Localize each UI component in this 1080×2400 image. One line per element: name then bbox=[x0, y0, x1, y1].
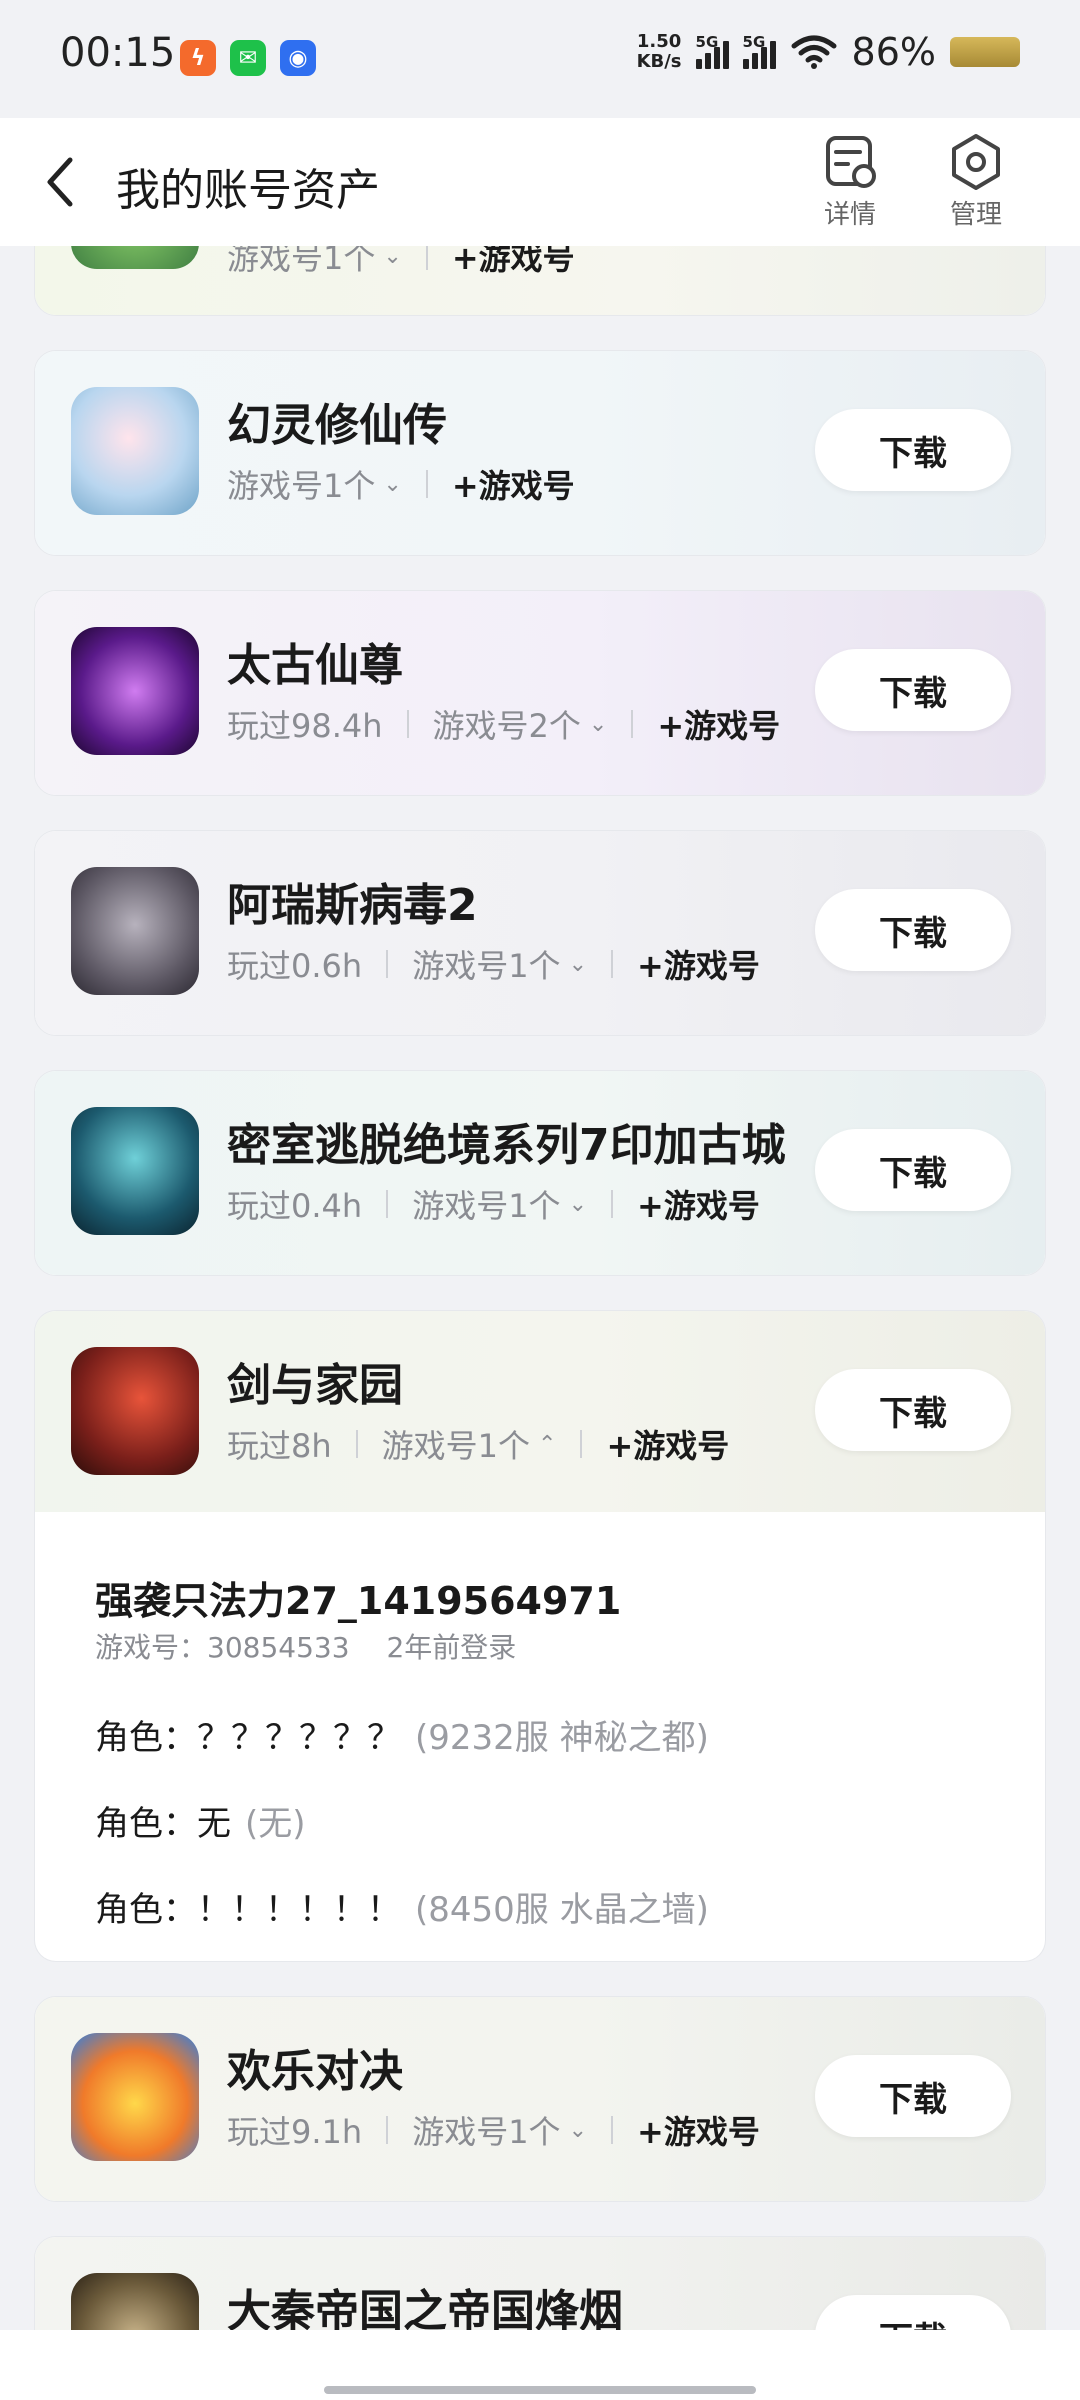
add-account-button[interactable]: +游戏号 bbox=[637, 2107, 760, 2153]
add-account-button[interactable]: +游戏号 bbox=[452, 461, 575, 507]
account-id: 游戏号：30854533 bbox=[95, 1631, 350, 1664]
signal-icon-1: 5G bbox=[695, 33, 729, 69]
notification-icons: ϟ ✉ ◉ bbox=[180, 40, 316, 76]
manage-label: 管理 bbox=[949, 200, 1002, 230]
status-time: 00:15 bbox=[60, 30, 176, 76]
chevron-down-icon[interactable]: ⌄ bbox=[569, 1192, 587, 1217]
status-bar: 00:15 ϟ ✉ ◉ 1.50 KB/s 5G 5G 86% bbox=[0, 0, 1080, 118]
game-card-mishi[interactable]: 密室逃脱绝境系列7印加古城 玩过0.4h 游戏号1个 ⌄ +游戏号 下载 bbox=[34, 1070, 1046, 1276]
game-icon bbox=[71, 867, 199, 995]
details-label: 详情 bbox=[823, 200, 876, 230]
chevron-down-icon[interactable]: ⌄ bbox=[383, 472, 401, 497]
role-row: 角色：无 (无) bbox=[95, 1804, 306, 1844]
last-login: 2年前登录 bbox=[386, 1631, 517, 1664]
account-detail-panel: 强袭只法力27_1419564971 游戏号：30854533 2年前登录 角色… bbox=[34, 1512, 1046, 1962]
game-card-huanling[interactable]: 幻灵修仙传 游戏号1个 ⌄ +游戏号 下载 bbox=[34, 350, 1046, 556]
battery-percent: 86% bbox=[851, 30, 936, 74]
chevron-down-icon[interactable]: ⌄ bbox=[569, 2118, 587, 2143]
home-indicator[interactable] bbox=[324, 2386, 756, 2394]
signal-icon-2: 5G bbox=[742, 33, 776, 69]
download-button[interactable]: 下载 bbox=[815, 1369, 1011, 1451]
game-icon bbox=[71, 1347, 199, 1475]
game-meta: 玩过98.4h 游戏号2个 ⌄ +游戏号 bbox=[227, 701, 780, 747]
page-header: 我的账号资产 详情 管理 bbox=[0, 118, 1080, 246]
game-card-taigu[interactable]: 太古仙尊 玩过98.4h 游戏号2个 ⌄ +游戏号 下载 bbox=[34, 590, 1046, 796]
game-card-huanle[interactable]: 欢乐对决 玩过9.1h 游戏号1个 ⌄ +游戏号 下载 bbox=[34, 1996, 1046, 2202]
game-card-ares[interactable]: 阿瑞斯病毒2 玩过0.6h 游戏号1个 ⌄ +游戏号 下载 bbox=[34, 830, 1046, 1036]
game-icon bbox=[71, 2033, 199, 2161]
game-icon bbox=[71, 1107, 199, 1235]
account-name: 强袭只法力27_1419564971 bbox=[95, 1579, 622, 1623]
game-meta: 玩过8h 游戏号1个 ⌃ +游戏号 bbox=[227, 1421, 729, 1467]
chevron-left-icon[interactable] bbox=[36, 150, 86, 214]
details-icon bbox=[826, 136, 876, 188]
game-meta: 玩过0.4h 游戏号1个 ⌄ +游戏号 bbox=[227, 1181, 760, 1227]
game-name: 密室逃脱绝境系列7印加古城 bbox=[227, 1120, 786, 1171]
game-icon bbox=[71, 627, 199, 755]
account-sub: 游戏号：30854533 2年前登录 bbox=[95, 1626, 516, 1666]
wifi-icon bbox=[791, 35, 837, 69]
chevron-down-icon[interactable]: ⌄ bbox=[589, 712, 607, 737]
add-account-button[interactable]: +游戏号 bbox=[637, 1181, 760, 1227]
game-name: 阿瑞斯病毒2 bbox=[227, 880, 478, 931]
download-button[interactable]: 下载 bbox=[815, 1129, 1011, 1211]
app-notification-icon-orange: ϟ bbox=[180, 40, 216, 76]
game-name: 太古仙尊 bbox=[227, 640, 403, 691]
chevron-down-icon[interactable]: ⌄ bbox=[569, 952, 587, 977]
game-meta: 玩过9.1h 游戏号1个 ⌄ +游戏号 bbox=[227, 2107, 760, 2153]
game-name: 欢乐对决 bbox=[227, 2046, 403, 2097]
chevron-down-icon[interactable]: ⌄ bbox=[383, 244, 401, 269]
status-right: 1.50 KB/s 5G 5G 86% bbox=[637, 30, 1020, 74]
add-account-button[interactable]: +游戏号 bbox=[606, 1421, 729, 1467]
download-button[interactable]: 下载 bbox=[815, 409, 1011, 491]
game-meta: 游戏号1个 ⌄ +游戏号 bbox=[227, 461, 575, 507]
manage-button[interactable]: 管理 bbox=[928, 132, 1024, 231]
game-name: 幻灵修仙传 bbox=[227, 400, 447, 451]
download-button[interactable]: 下载 bbox=[815, 649, 1011, 731]
add-account-button[interactable]: +游戏号 bbox=[637, 941, 760, 987]
add-account-button[interactable]: +游戏号 bbox=[657, 701, 780, 747]
net-speed: 1.50 KB/s bbox=[636, 31, 682, 72]
download-button[interactable]: 下载 bbox=[815, 889, 1011, 971]
game-icon bbox=[71, 387, 199, 515]
hexagon-settings-icon bbox=[952, 134, 1000, 190]
wechat-icon: ✉ bbox=[230, 40, 266, 76]
page-title: 我的账号资产 bbox=[116, 165, 380, 216]
details-button[interactable]: 详情 bbox=[802, 132, 898, 231]
role-row: 角色：？？？？？？ (9232服 神秘之都) bbox=[95, 1718, 709, 1758]
download-button[interactable]: 下载 bbox=[815, 2055, 1011, 2137]
game-name: 剑与家园 bbox=[227, 1360, 403, 1411]
game-meta: 玩过0.6h 游戏号1个 ⌄ +游戏号 bbox=[227, 941, 760, 987]
baidu-icon: ◉ bbox=[280, 40, 316, 76]
chevron-up-icon[interactable]: ⌃ bbox=[538, 1432, 556, 1457]
role-row: 角色：！！！！！！ (8450服 水晶之墙) bbox=[95, 1890, 709, 1930]
battery-icon bbox=[950, 37, 1020, 67]
